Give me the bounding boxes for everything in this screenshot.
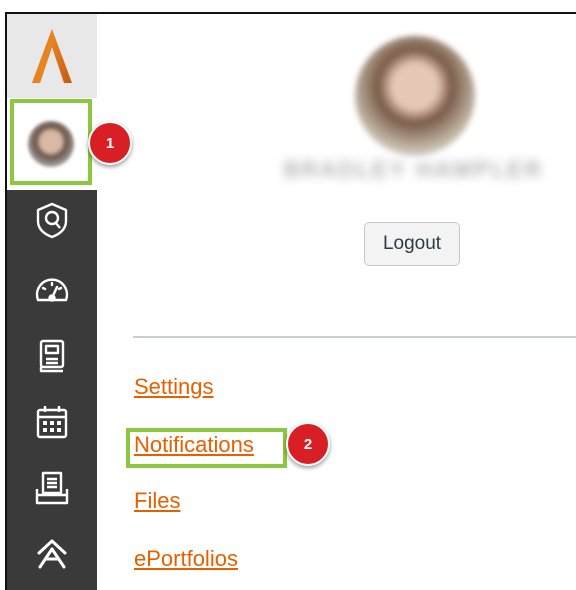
- user-name: BRADLEY HAMPLER: [284, 157, 544, 182]
- nav-account[interactable]: [7, 98, 97, 190]
- logo-icon: [32, 29, 72, 83]
- courses-icon: [39, 339, 65, 373]
- global-navigation: [7, 14, 97, 590]
- divider: [133, 336, 576, 338]
- inbox-icon: [35, 471, 69, 505]
- nav-commons[interactable]: [7, 526, 97, 582]
- nav-calendar[interactable]: [7, 394, 97, 450]
- step-badge-2: 2: [286, 422, 330, 466]
- nav-courses[interactable]: [7, 328, 97, 384]
- profile-avatar: [355, 36, 475, 156]
- dashboard-icon: [35, 278, 69, 302]
- commons-icon: [37, 539, 67, 569]
- notifications-link[interactable]: Notifications: [134, 432, 254, 458]
- settings-link[interactable]: Settings: [134, 374, 214, 400]
- nav-admin[interactable]: [7, 192, 97, 248]
- logout-button[interactable]: Logout: [364, 222, 460, 266]
- nav-dashboard[interactable]: [7, 262, 97, 318]
- files-link[interactable]: Files: [134, 488, 180, 514]
- logo[interactable]: [7, 14, 97, 98]
- step-badge-1: 1: [88, 121, 132, 165]
- calendar-icon: [36, 406, 68, 439]
- admin-shield-icon: [36, 202, 68, 239]
- avatar: [28, 121, 74, 167]
- nav-inbox[interactable]: [7, 460, 97, 516]
- eportfolios-link[interactable]: ePortfolios: [134, 546, 238, 572]
- screenshot-frame: BRADLEY HAMPLER Logout Settings Notifica…: [5, 12, 576, 590]
